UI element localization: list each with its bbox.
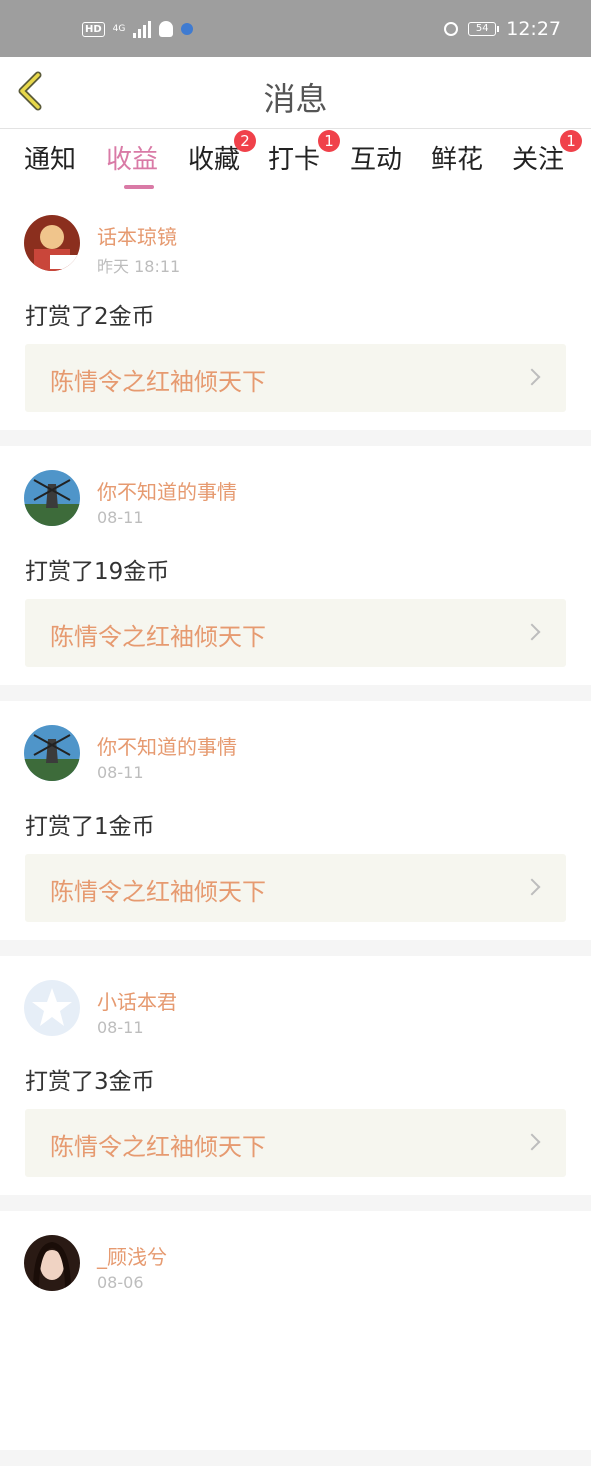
avatar[interactable] [24, 470, 80, 526]
status-left: HD 4G [82, 20, 194, 38]
unread-badge: 1 [560, 130, 582, 152]
reward-text: 打赏了19金币 [25, 559, 170, 585]
timestamp: 08-11 [97, 508, 144, 527]
book-title: 陈情令之红袖倾天下 [50, 368, 266, 396]
book-title: 陈情令之红袖倾天下 [50, 1133, 266, 1161]
book-link[interactable]: 陈情令之红袖倾天下 [25, 599, 566, 667]
message-list: 话本琼镜 昨天 18:11 打赏了2金币 陈情令之红袖倾天下 你不知道的事情 0… [0, 191, 591, 1466]
reward-text: 打赏了3金币 [25, 1069, 155, 1095]
tab-notifications[interactable]: 通知 [24, 139, 76, 176]
hd-icon: HD [82, 21, 105, 37]
tab-favorites[interactable]: 收藏 2 [188, 130, 256, 176]
list-item: 话本琼镜 昨天 18:11 打赏了2金币 陈情令之红袖倾天下 [0, 191, 591, 430]
timestamp: 08-06 [97, 1273, 144, 1292]
timestamp: 昨天 18:11 [97, 257, 181, 276]
user-name[interactable]: 你不知道的事情 [97, 731, 237, 760]
chevron-right-icon [523, 368, 541, 386]
chevron-right-icon [523, 623, 541, 641]
alarm-icon [444, 22, 459, 36]
tab-flowers[interactable]: 鲜花 [431, 139, 483, 176]
top-nav: 消息 [0, 57, 591, 129]
network-type: 4G [112, 23, 126, 34]
timestamp: 08-11 [97, 763, 144, 782]
avatar[interactable] [24, 980, 80, 1036]
list-item: _顾浅兮 08-06 [0, 1211, 591, 1450]
avatar[interactable] [24, 1235, 80, 1291]
user-name[interactable]: 你不知道的事情 [97, 476, 237, 505]
chevron-right-icon [523, 878, 541, 896]
user-name[interactable]: 小话本君 [97, 986, 177, 1015]
reward-text: 打赏了2金币 [25, 304, 155, 330]
active-tab-indicator [124, 185, 154, 189]
book-link[interactable]: 陈情令之红袖倾天下 [25, 1109, 566, 1177]
battery-icon: 54 [468, 22, 500, 36]
reward-text: 打赏了1金币 [25, 814, 155, 840]
user-name[interactable]: 话本琼镜 [97, 221, 177, 250]
tab-label: 通知 [24, 145, 77, 175]
avatar[interactable] [24, 215, 80, 271]
unread-badge: 2 [234, 130, 256, 152]
timestamp: 08-11 [97, 1018, 144, 1037]
book-title: 陈情令之红袖倾天下 [50, 878, 266, 906]
tab-earnings[interactable]: 收益 [106, 139, 159, 189]
unread-badge: 1 [318, 130, 340, 152]
avatar[interactable] [24, 725, 80, 781]
page-title: 消息 [263, 80, 328, 118]
tab-checkin[interactable]: 打卡 1 [268, 130, 340, 176]
chevron-right-icon [523, 1133, 541, 1151]
tab-label: 鲜花 [431, 145, 484, 175]
list-item: 你不知道的事情 08-11 打赏了19金币 陈情令之红袖倾天下 [0, 446, 591, 685]
book-title: 陈情令之红袖倾天下 [50, 623, 266, 651]
tab-label: 关注 [512, 145, 565, 175]
book-link[interactable]: 陈情令之红袖倾天下 [25, 344, 566, 412]
status-time: 12:27 [506, 18, 561, 40]
status-bar: HD 4G 54 12:27 [0, 0, 591, 57]
tab-label: 打卡 [268, 145, 321, 175]
status-right: 54 12:27 [444, 18, 561, 40]
app-icon [181, 23, 194, 35]
tab-follow[interactable]: 关注 1 [512, 130, 582, 176]
book-link[interactable]: 陈情令之红袖倾天下 [25, 854, 566, 922]
tab-label: 收益 [106, 145, 159, 175]
tab-label: 收藏 [188, 145, 241, 175]
list-item: 你不知道的事情 08-11 打赏了1金币 陈情令之红袖倾天下 [0, 701, 591, 940]
list-item: 小话本君 08-11 打赏了3金币 陈情令之红袖倾天下 [0, 956, 591, 1195]
tab-interaction[interactable]: 互动 [350, 139, 402, 176]
user-name[interactable]: _顾浅兮 [97, 1241, 167, 1270]
tab-label: 互动 [350, 145, 403, 175]
qq-icon [159, 21, 174, 37]
tab-bar: 通知 收益 收藏 2 打卡 1 互动 鲜花 关注 1 [0, 129, 591, 191]
signal-icon [133, 20, 152, 38]
